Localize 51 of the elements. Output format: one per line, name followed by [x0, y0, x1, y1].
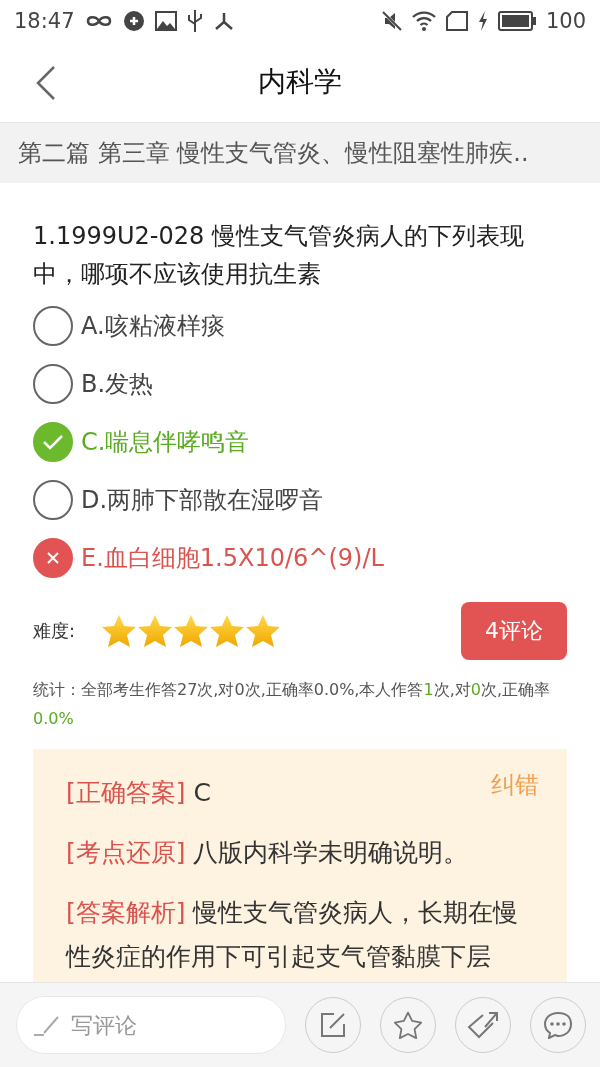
- option-label: A.咳粘液样痰: [81, 311, 225, 342]
- answer-option[interactable]: E.血白细胞1.5X10/6^(9)/L: [33, 529, 567, 587]
- radio-button[interactable]: [33, 538, 73, 578]
- answer-section: [正确答案] C: [66, 771, 211, 815]
- edit-button[interactable]: [305, 997, 361, 1053]
- battery-icon: [497, 11, 536, 31]
- star-icon: [393, 1011, 423, 1039]
- page-title: 内科学: [258, 64, 342, 100]
- back-icon[interactable]: [36, 66, 56, 100]
- charging-icon: [477, 11, 488, 31]
- option-label: B.发热: [81, 369, 154, 400]
- check-icon: [42, 434, 64, 450]
- favorite-button[interactable]: [380, 997, 436, 1053]
- answer-section: [考点还原] 八版内科学未明确说明。: [66, 831, 469, 875]
- radio-button[interactable]: [33, 422, 73, 462]
- statistics-text: 统计：全部考生作答27次,对0次,正确率0.0%,本人作答1次,对0次,正确率 0.0%: [33, 679, 551, 730]
- answer-option[interactable]: A.咳粘液样痰: [33, 297, 567, 355]
- star-icon: [101, 614, 137, 648]
- chat-button[interactable]: [530, 997, 586, 1053]
- chapter-title: 第二篇 第三章 慢性支气管炎、慢性阻塞性肺疾..: [0, 122, 600, 183]
- star-icon: [245, 614, 281, 648]
- radio-button[interactable]: [33, 480, 73, 520]
- radio-button[interactable]: [33, 306, 73, 346]
- question-text: 1.1999U2-028 慢性支气管炎病人的下列表现中，哪项不应该使用抗生素: [33, 221, 525, 290]
- mute-icon: [381, 11, 402, 31]
- answer-option[interactable]: D.两肺下部散在湿啰音: [33, 471, 567, 529]
- sim-icon: [445, 11, 468, 31]
- chat-icon: [543, 1011, 573, 1039]
- answer-section: [答案解析] 慢性支气管炎病人，长期在慢性炎症的作用下可引起支气管黏膜下层: [66, 891, 542, 979]
- battery-level: 100: [545, 9, 586, 33]
- comments-button[interactable]: 4评论: [461, 602, 567, 660]
- star-icon: [209, 614, 245, 648]
- share-button[interactable]: [455, 997, 511, 1053]
- share-icon: [467, 1011, 499, 1039]
- comment-field[interactable]: 写评论: [16, 996, 286, 1054]
- option-label: D.两肺下部散在湿啰音: [81, 485, 324, 516]
- cross-icon: [47, 552, 59, 564]
- image-icon: [154, 11, 177, 31]
- option-label: E.血白细胞1.5X10/6^(9)/L: [81, 543, 384, 574]
- infinity-icon: [84, 13, 113, 29]
- usb-icon: [186, 9, 203, 33]
- difficulty-label: 难度:: [33, 619, 77, 643]
- wifi-icon: [411, 11, 436, 31]
- option-label: C.喘息伴哮鸣音: [81, 427, 250, 458]
- clock: 18:47: [14, 9, 75, 33]
- answer-option[interactable]: C.喘息伴哮鸣音: [33, 413, 567, 471]
- star-icon: [173, 614, 209, 648]
- star-icon: [137, 614, 173, 648]
- edit-icon: [320, 1012, 346, 1038]
- answer-option[interactable]: B.发热: [33, 355, 567, 413]
- radio-button[interactable]: [33, 364, 73, 404]
